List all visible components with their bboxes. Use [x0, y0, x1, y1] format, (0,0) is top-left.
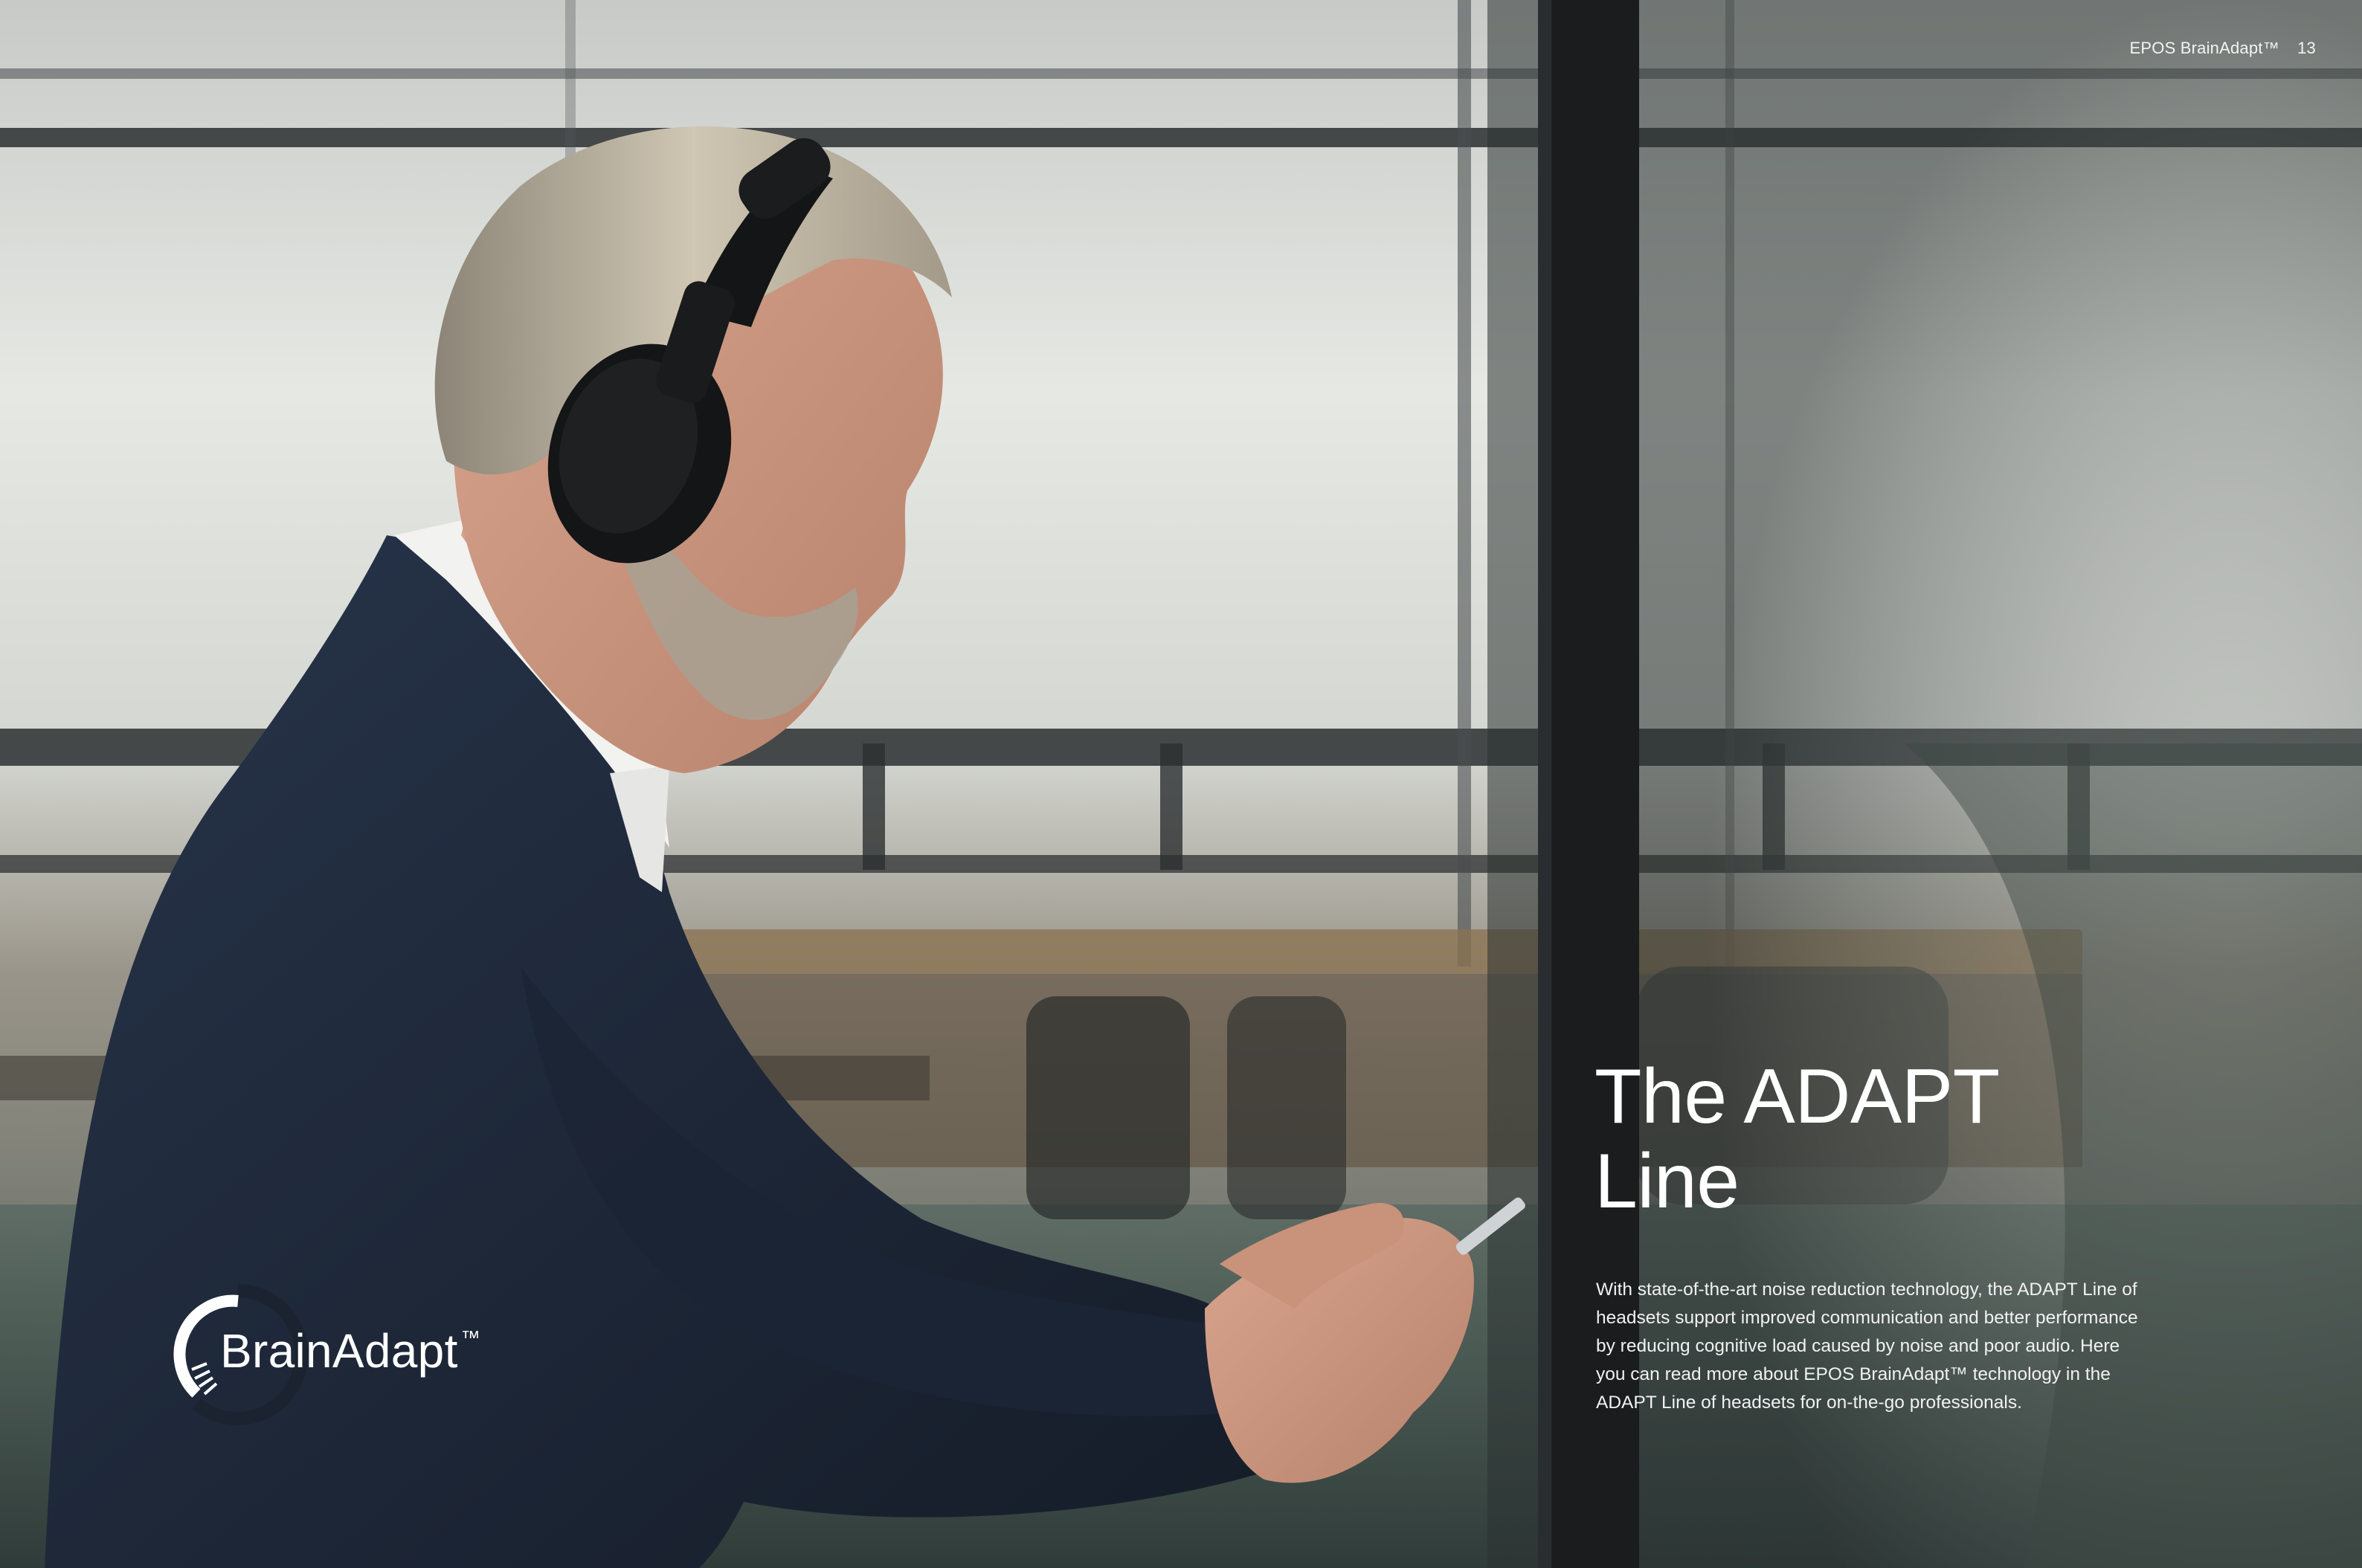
brainadapt-wordmark: BrainAdapt ™ [220, 1323, 480, 1378]
headline-line-1: The ADAPT [1594, 1054, 2000, 1140]
page-number: 13 [2297, 39, 2316, 57]
headline-line-2: Line [1594, 1138, 1740, 1225]
logo-wordmark: BrainAdapt [220, 1324, 458, 1378]
body-paragraph: With state-of-the-art noise reduction te… [1596, 1280, 2138, 1413]
running-head: EPOS BrainAdapt™ 13 [2130, 39, 2316, 58]
page-headline: The ADAPT Line [1594, 1054, 2234, 1224]
brochure-page: EPOS BrainAdapt™ 13 The ADAPT Line With … [0, 0, 2362, 1568]
running-title: EPOS BrainAdapt™ [2129, 39, 2279, 57]
logo-trademark: ™ [460, 1326, 480, 1349]
